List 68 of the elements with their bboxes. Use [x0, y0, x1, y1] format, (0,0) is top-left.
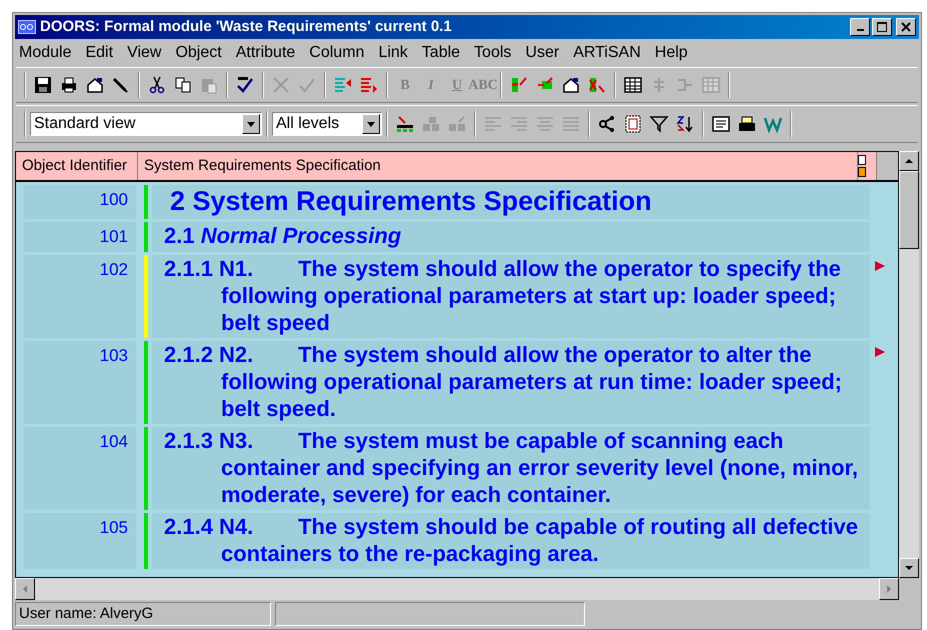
minimize-icon	[856, 29, 864, 31]
save-icon	[33, 75, 53, 95]
insert-icon	[395, 114, 415, 134]
up-arrow-icon	[905, 158, 913, 164]
hierarchy-icon	[597, 114, 617, 134]
blocks-icon	[447, 114, 467, 134]
cross-icon	[271, 75, 291, 95]
requirement-text: 2.1.4 N4. The system should be capable of routing all defective containers to the re-packaging area.	[164, 513, 860, 567]
table-icon	[623, 75, 643, 95]
menu-item[interactable]: Object	[175, 41, 222, 65]
requirement-text: 2.1.1 N1. The system should allow the operator to specify the following operational parameters at start up: loader speed; belt speed	[164, 255, 842, 336]
down-arrow-icon	[905, 565, 913, 571]
heading: 2 System Requirements Specification	[169, 185, 653, 217]
list-arrow-icon	[333, 75, 353, 95]
scroll-up-button[interactable]	[899, 151, 919, 171]
menu-item[interactable]: Module	[19, 41, 72, 65]
requirement-text: 2.1.2 N2. The system should allow the operator to alter the following operational parameters at run time: loader speed; belt speed.	[164, 341, 844, 422]
menu-item[interactable]: Attribute	[236, 41, 296, 65]
menu-item[interactable]: Table	[422, 41, 460, 65]
header-corner	[876, 152, 898, 180]
copy-icon	[173, 75, 193, 95]
maximize-button[interactable]	[872, 18, 892, 36]
document-icon	[623, 114, 643, 134]
scissors-icon	[147, 75, 167, 95]
status-panel: User name: AlveryG	[15, 602, 271, 626]
menu-item[interactable]: User	[525, 41, 560, 65]
menu-item[interactable]: Link	[378, 41, 408, 65]
left-arrow-icon	[22, 585, 28, 593]
object-id: 104	[24, 427, 136, 510]
scroll-right-button[interactable]	[879, 578, 899, 600]
table-icon	[701, 75, 721, 95]
column-header[interactable]: Object Identifier	[16, 152, 138, 180]
menu-item[interactable]: Help	[654, 41, 688, 65]
requirement-text: 2.1.3 N3. The system must be capable of scanning each container and specifying an error severity level (none, minor, moderate, severe) for each container.	[164, 427, 859, 508]
menu-item[interactable]: Tools	[474, 41, 512, 65]
filter-icon	[649, 114, 669, 134]
object-id: 103	[24, 341, 136, 424]
horizontal-scrollbar[interactable]	[15, 578, 899, 600]
object-id: 100	[24, 185, 136, 219]
menu-item[interactable]: Edit	[85, 41, 114, 65]
list-arrow-icon	[359, 75, 379, 95]
indicator-icon	[858, 155, 866, 177]
typewriter-icon	[737, 114, 757, 134]
scroll-thumb[interactable]	[899, 171, 919, 249]
menu-item[interactable]: ARTiSAN	[573, 41, 641, 65]
object-id: 101	[24, 222, 136, 252]
window-title: DOORS: Formal module 'Waste Requirements' current 0.1	[40, 16, 452, 37]
spellcheck-icon	[235, 75, 255, 95]
right-arrow-icon	[886, 585, 892, 593]
scroll-left-button[interactable]	[15, 578, 35, 600]
blocks-icon	[421, 114, 441, 134]
menu-item[interactable]: Column	[309, 41, 364, 65]
printer-icon	[59, 75, 79, 95]
object-id: 105	[24, 513, 136, 569]
maximize-icon	[877, 22, 887, 32]
app-icon	[18, 20, 36, 34]
minimize-button[interactable]	[850, 18, 870, 36]
window-icon	[711, 114, 731, 134]
scroll-down-button[interactable]	[899, 558, 919, 578]
view-dropdown[interactable]: Standard view	[30, 112, 262, 136]
object-id: 102	[24, 255, 136, 338]
heading: 2.1 Normal Processing	[164, 222, 402, 250]
level-dropdown[interactable]: All levels	[272, 112, 382, 136]
close-icon	[901, 22, 911, 32]
close-button[interactable]	[896, 18, 916, 36]
menu-item[interactable]: View	[127, 41, 162, 65]
sort-icon	[675, 114, 695, 134]
vertical-scrollbar[interactable]	[899, 151, 919, 578]
